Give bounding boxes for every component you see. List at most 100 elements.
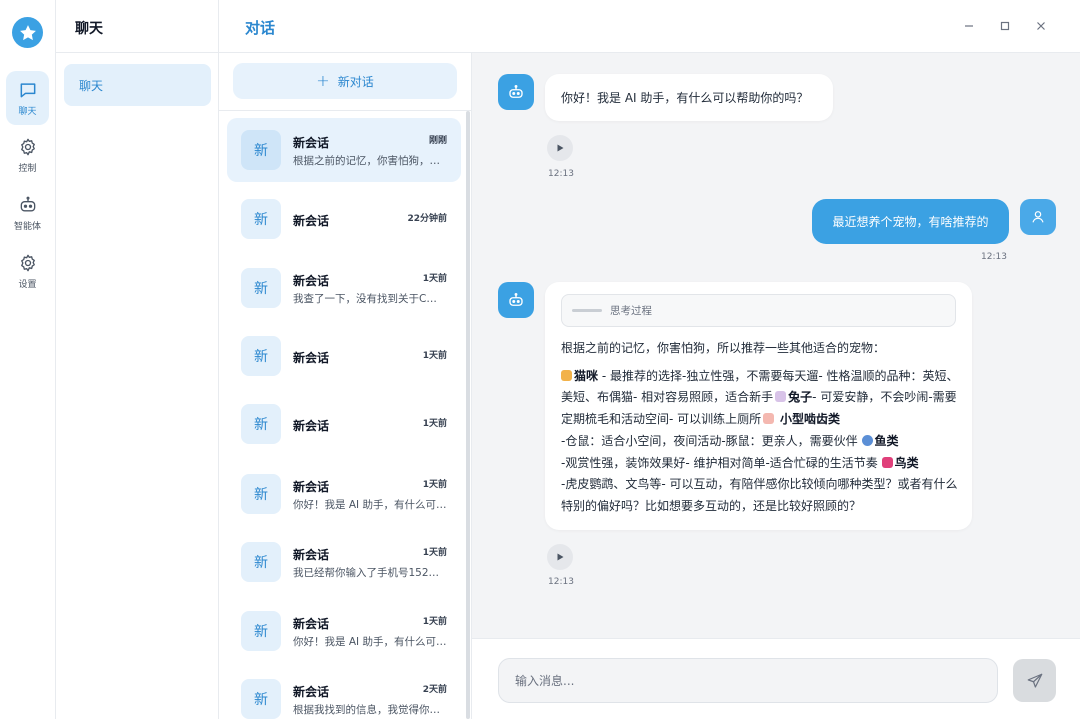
conversation-avatar: 新 [241,268,281,308]
message-text: 根据之前的记忆，你害怕狗，所以推荐一些其他适合的宠物： 猫咪 - 最推荐的选择-… [561,338,959,518]
conversation-name: 新会话 [293,136,330,150]
user-icon [1032,211,1044,223]
conversation-preview: 我已经帮你输入了手机号152的相关内容 [293,567,447,579]
conversation-item[interactable]: 新 新会话 1天前 你好！我是 AI 助手，有什么可以帮助你的吗？ [227,462,461,526]
close-button[interactable] [1030,15,1052,37]
message-time: 12:13 [548,169,574,179]
conversation-item[interactable]: 新 新会话 1天前 我已经帮你输入了手机号152的相关内容 [227,530,461,594]
conversation-avatar: 新 [241,679,281,719]
settings-icon [20,254,35,271]
conversation-time: 1天前 [422,480,447,490]
play-audio-button[interactable] [547,135,573,161]
scrollbar[interactable] [466,111,470,719]
rail-item-control[interactable]: 控制 [6,128,49,182]
user-avatar [1020,199,1056,235]
play-audio-button[interactable] [547,544,573,570]
rail-label-chat: 聊天 [18,106,37,117]
conversation-preview: 你好！我是 AI 助手，有什么可以帮助你的吗？ [293,499,447,511]
rail-item-agent[interactable]: 智能体 [6,186,49,240]
conversation-time: 1天前 [422,548,447,558]
conversation-avatar: 新 [241,474,281,514]
conversation-name: 新会话 [293,617,330,631]
robot-icon [20,196,35,211]
bot-avatar [498,74,534,110]
plus-icon: + [316,71,330,90]
minimize-button[interactable] [958,15,980,37]
conversation-name: 新会话 [293,548,330,562]
message-time: 12:13 [981,252,1007,262]
rabbit-emoji-icon [775,391,787,403]
pet-description: -仓鼠：适合小空间，夜间活动-豚鼠：更亲人，需要伙伴 [561,433,858,448]
new-conversation-button[interactable]: + 新对话 [233,63,457,99]
star-icon [19,24,36,40]
conversation-item[interactable]: 新 新会话 22分钟前 [227,187,461,251]
pet-name: 鱼类 [874,433,899,448]
cat-emoji-icon [561,369,572,381]
conversation-item[interactable]: 新 新会话 刚刚 根据之前的记忆，你害怕狗，所以推荐一些其他适合的宠物 [227,118,461,182]
conversation-list-panel: + 新对话 新 新会话 刚刚 根据之前的记忆，你害怕狗，所以推荐一些其他适合的宠… [219,53,472,719]
conversation-item[interactable]: 新 新会话 1天前 [227,392,461,456]
maximize-button[interactable] [994,15,1016,37]
thinking-label: 思考过程 [610,305,652,317]
conversation-avatar: 新 [241,611,281,651]
conversation-time: 2天前 [422,685,447,695]
fish-emoji-icon [861,434,873,446]
conversation-avatar: 新 [241,130,281,170]
conversation-name: 新会话 [293,351,330,365]
new-conversation-label: 新对话 [337,74,374,89]
message-time: 12:13 [548,577,574,587]
play-icon [557,144,564,152]
pet-name: 鸟类 [894,455,919,470]
conversation-avatar: 新 [241,199,281,239]
pet-name: 兔子 [788,390,813,405]
rail-item-settings[interactable]: 设置 [6,244,49,298]
nav-panel-title: 聊天 [75,21,103,37]
conversation-name: 新会话 [293,419,330,433]
conversation-avatar: 新 [241,542,281,582]
app-logo [12,17,43,48]
conversation-name: 新会话 [293,274,330,288]
bot-message: 思考过程 根据之前的记忆，你害怕狗，所以推荐一些其他适合的宠物： 猫咪 - 最推… [545,282,972,530]
send-icon [1027,673,1042,688]
message-text: 你好！我是 AI 助手，有什么可以帮助你的吗？ [561,91,809,105]
close-icon [1037,22,1045,30]
top-header: 对话 [219,0,1080,53]
input-bar [472,638,1080,719]
rail-label-agent: 智能体 [13,221,41,232]
nav-panel: 聊天 聊天 [56,0,219,719]
conversation-item[interactable]: 新 新会话 2天前 根据我找到的信息，我觉得你可以试试看 [227,667,461,719]
conversation-name: 新会话 [293,685,330,699]
reply-intro: 根据之前的记忆，你害怕狗，所以推荐一些其他适合的宠物： [561,341,886,355]
conversation-time: 1天前 [422,274,447,284]
conversation-item[interactable]: 新 新会话 1天前 你好！我是 AI 助手，有什么可以帮助你的吗？ [227,599,461,663]
message-input[interactable] [498,658,998,703]
conversation-preview: 我查了一下，没有找到关于C的相关信息 [293,293,447,305]
conversation-time: 1天前 [422,351,447,361]
conversation-avatar: 新 [241,404,281,444]
bot-message: 你好！我是 AI 助手，有什么可以帮助你的吗？ [545,74,833,121]
chat-bubble-icon [20,82,35,97]
reply-body: 猫咪 - 最推荐的选择-独立性强，不需要每天遛- 性格温顺的品种：英短、美短、布… [561,366,959,518]
pet-description: -虎皮鹦鹉、文鸟等- 可以互动，有陪伴感你比较倾向哪种类型？或者有什么特别的偏好… [561,477,958,513]
robot-icon [509,292,523,306]
rail-label-control: 控制 [18,163,37,174]
hamster-emoji-icon [763,413,775,425]
user-message: 最近想养个宠物，有啥推荐的 [812,199,1009,244]
nav-item-chat[interactable]: 聊天 [64,64,211,106]
conversation-time: 1天前 [422,419,447,429]
pet-name: 小型啮齿类 [779,412,840,427]
conversation-item[interactable]: 新 新会话 1天前 我查了一下，没有找到关于C的相关信息 [227,256,461,320]
thinking-process-toggle[interactable]: 思考过程 [561,294,956,327]
send-button[interactable] [1013,659,1056,702]
conversation-preview: 根据之前的记忆，你害怕狗，所以推荐一些其他适合的宠物 [293,155,447,167]
conversation-time: 刚刚 [428,136,447,146]
conversation-item[interactable]: 新 新会话 1天前 [227,324,461,388]
conversation-preview: 根据我找到的信息，我觉得你可以试试看 [293,704,447,716]
divider [56,52,219,53]
play-icon [557,553,564,561]
chat-area: 你好！我是 AI 助手，有什么可以帮助你的吗？ 12:13 最近想养个宠物，有啥… [472,53,1080,638]
pet-name: 猫咪 [574,368,599,383]
conversation-name: 新会话 [293,214,330,228]
rail-item-chat[interactable]: 聊天 [6,71,49,125]
conversation-name: 新会话 [293,480,330,494]
